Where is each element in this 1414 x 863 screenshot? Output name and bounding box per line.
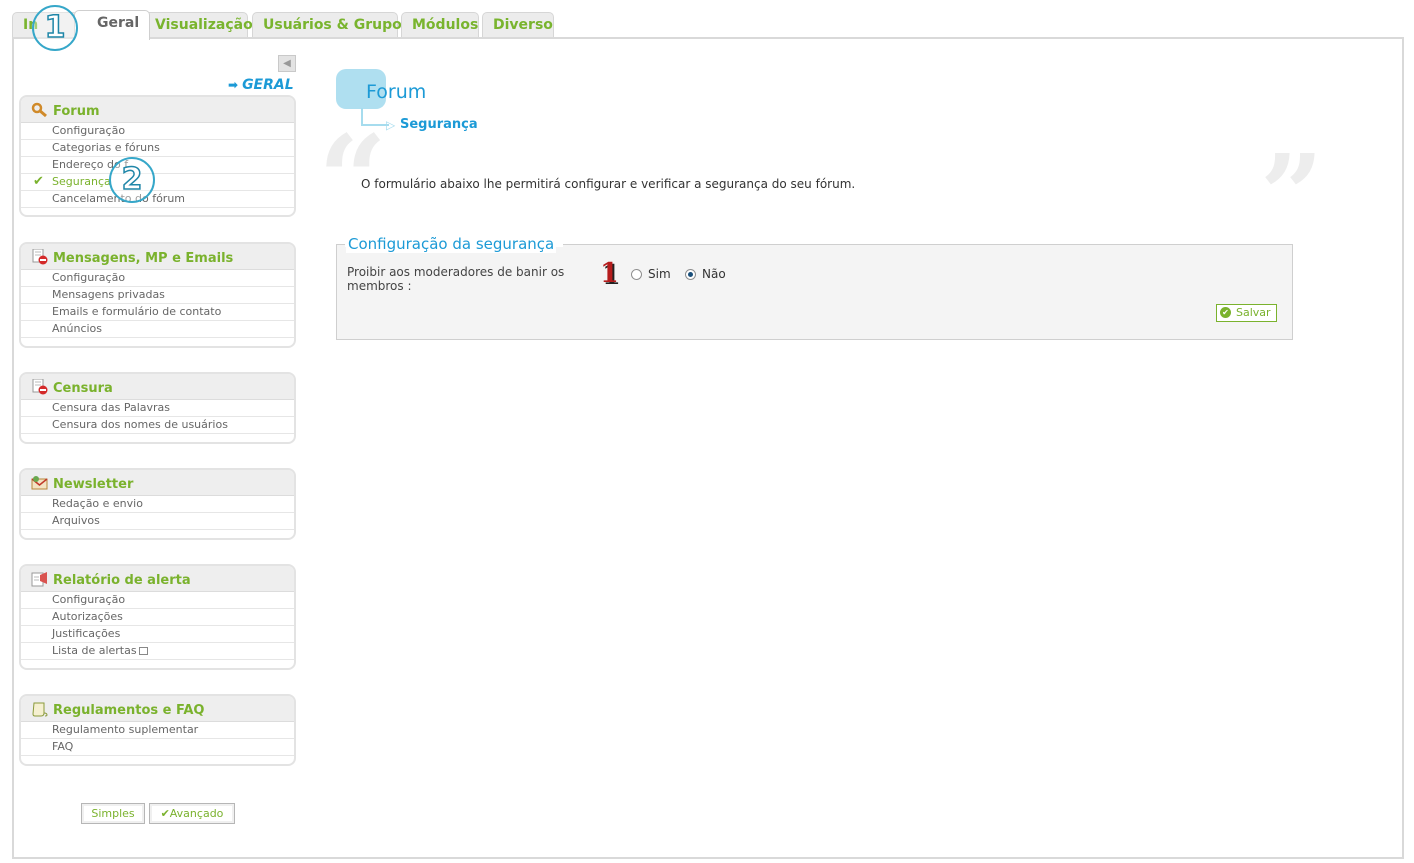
- arrow-right-icon: ➡: [228, 78, 239, 92]
- menu-item-seguranca[interactable]: ✔ Segurança: [21, 174, 294, 191]
- radio-nao-label[interactable]: Não: [702, 267, 726, 281]
- menu-item-emails-contato[interactable]: Emails e formulário de contato: [21, 304, 294, 321]
- tab-usuarios-grupos[interactable]: Usuários & Grupos: [252, 12, 410, 39]
- alert-report-icon: [31, 571, 49, 587]
- save-button-label: Salvar: [1236, 306, 1271, 319]
- menu-item-lista-alertas[interactable]: Lista de alertas: [21, 643, 294, 660]
- menu-relatorio-title: Relatório de alerta: [53, 573, 191, 588]
- menu-item-censura-nomes[interactable]: Censura dos nomes de usuários: [21, 417, 294, 434]
- menu-mensagens-header: Mensagens, MP e Emails: [21, 244, 294, 270]
- menu-item-censura-palavras[interactable]: Censura das Palavras: [21, 400, 294, 417]
- tab-geral-label: Geral: [97, 15, 140, 31]
- annotation-marker-1: 1: [600, 258, 619, 289]
- menu-regulamentos: Regulamentos e FAQ Regulamento suplement…: [19, 694, 296, 766]
- collapse-sidebar-button[interactable]: ◀: [278, 55, 296, 72]
- tab-geral[interactable]: Geral: [74, 10, 150, 40]
- menu-item-arquivos[interactable]: Arquivos: [21, 513, 294, 530]
- document-forbidden-icon: [31, 378, 49, 395]
- wrench-icon: [31, 102, 49, 118]
- annotation-circle-2: 2: [109, 157, 155, 203]
- annotation-circle-1: 1: [32, 5, 78, 51]
- menu-forum-title: Forum: [53, 104, 100, 119]
- menu-item-regulamento-suplementar[interactable]: Regulamento suplementar: [21, 722, 294, 739]
- radio-sim-label[interactable]: Sim: [648, 267, 671, 281]
- triangle-left-icon: ◀: [283, 58, 291, 69]
- menu-item-redacao-envio[interactable]: Redação e envio: [21, 496, 294, 513]
- menu-item-justificacoes[interactable]: Justificações: [21, 626, 294, 643]
- section-link-geral[interactable]: ➡ GERAL: [228, 77, 294, 93]
- quote-close-icon: ”: [1260, 130, 1324, 259]
- menu-forum: Forum Configuração Categorias e fóruns E…: [19, 95, 296, 217]
- menu-item-lista-alertas-label: Lista de alertas: [52, 644, 137, 657]
- save-button[interactable]: ✔ Salvar: [1216, 304, 1277, 322]
- menu-item-configuracao[interactable]: Configuração: [21, 123, 294, 140]
- menu-item-cancelamento[interactable]: Cancelamento do fórum: [21, 191, 294, 208]
- radio-sim[interactable]: [631, 269, 642, 280]
- menu-newsletter-title: Newsletter: [53, 477, 134, 492]
- radio-nao[interactable]: [685, 269, 696, 280]
- menu-regulamentos-header: Regulamentos e FAQ: [21, 696, 294, 722]
- menu-item-autorizacoes[interactable]: Autorizações: [21, 609, 294, 626]
- menu-item-seguranca-label: Segurança: [52, 175, 111, 188]
- menu-item-mensagens-privadas[interactable]: Mensagens privadas: [21, 287, 294, 304]
- scroll-icon: [31, 701, 49, 717]
- page-subtitle: Segurança: [400, 117, 478, 132]
- advanced-mode-label: Avançado: [169, 807, 224, 820]
- menu-item-anuncios[interactable]: Anúncios: [21, 321, 294, 338]
- menu-item-categorias-foruns[interactable]: Categorias e fóruns: [21, 140, 294, 157]
- tab-modulos[interactable]: Módulos: [401, 12, 479, 39]
- envelope-icon: [31, 475, 49, 491]
- menu-item-endereco-forum[interactable]: Endereço do f: [21, 157, 294, 174]
- menu-item-faq[interactable]: FAQ: [21, 739, 294, 756]
- menu-forum-header: Forum: [21, 97, 294, 123]
- menu-censura: Censura Censura das Palavras Censura dos…: [19, 372, 296, 444]
- breadcrumb-arrow-icon: ▷: [386, 118, 396, 132]
- tab-visualizacao[interactable]: Visualização: [144, 12, 253, 39]
- section-link-label: GERAL: [242, 77, 294, 93]
- page-title: Forum: [366, 81, 427, 103]
- menu-censura-header: Censura: [21, 374, 294, 400]
- check-circle-icon: ✔: [1220, 307, 1231, 318]
- fieldset-legend: Configuração da segurança: [346, 235, 557, 253]
- check-icon: ✔: [33, 174, 44, 189]
- menu-regulamentos-title: Regulamentos e FAQ: [53, 703, 205, 718]
- advanced-mode-button[interactable]: ✔Avançado: [149, 803, 235, 824]
- menu-item-alerta-configuracao[interactable]: Configuração: [21, 592, 294, 609]
- page-description: O formulário abaixo lhe permitirá config…: [361, 177, 856, 191]
- check-icon: ✔: [160, 807, 170, 820]
- external-link-icon: [138, 647, 148, 655]
- menu-item-msg-configuracao[interactable]: Configuração: [21, 270, 294, 287]
- top-tab-bar: In Visualização Usuários & Grupos Módulo…: [12, 10, 1404, 40]
- tab-diverso[interactable]: Diverso: [482, 12, 554, 39]
- menu-mensagens-title: Mensagens, MP e Emails: [53, 251, 234, 266]
- menu-mensagens: Mensagens, MP e Emails Configuração Mens…: [19, 242, 296, 348]
- menu-newsletter: Newsletter Redação e envio Arquivos: [19, 468, 296, 540]
- ban-moderators-label: Proibir aos moderadores de banir os memb…: [347, 265, 565, 293]
- menu-newsletter-header: Newsletter: [21, 470, 294, 496]
- menu-relatorio-header: Relatório de alerta: [21, 566, 294, 592]
- document-forbidden-icon: [31, 248, 49, 265]
- menu-censura-title: Censura: [53, 381, 113, 396]
- menu-relatorio-alerta: Relatório de alerta Configuração Autoriz…: [19, 564, 296, 670]
- simple-mode-button[interactable]: Simples: [81, 803, 145, 824]
